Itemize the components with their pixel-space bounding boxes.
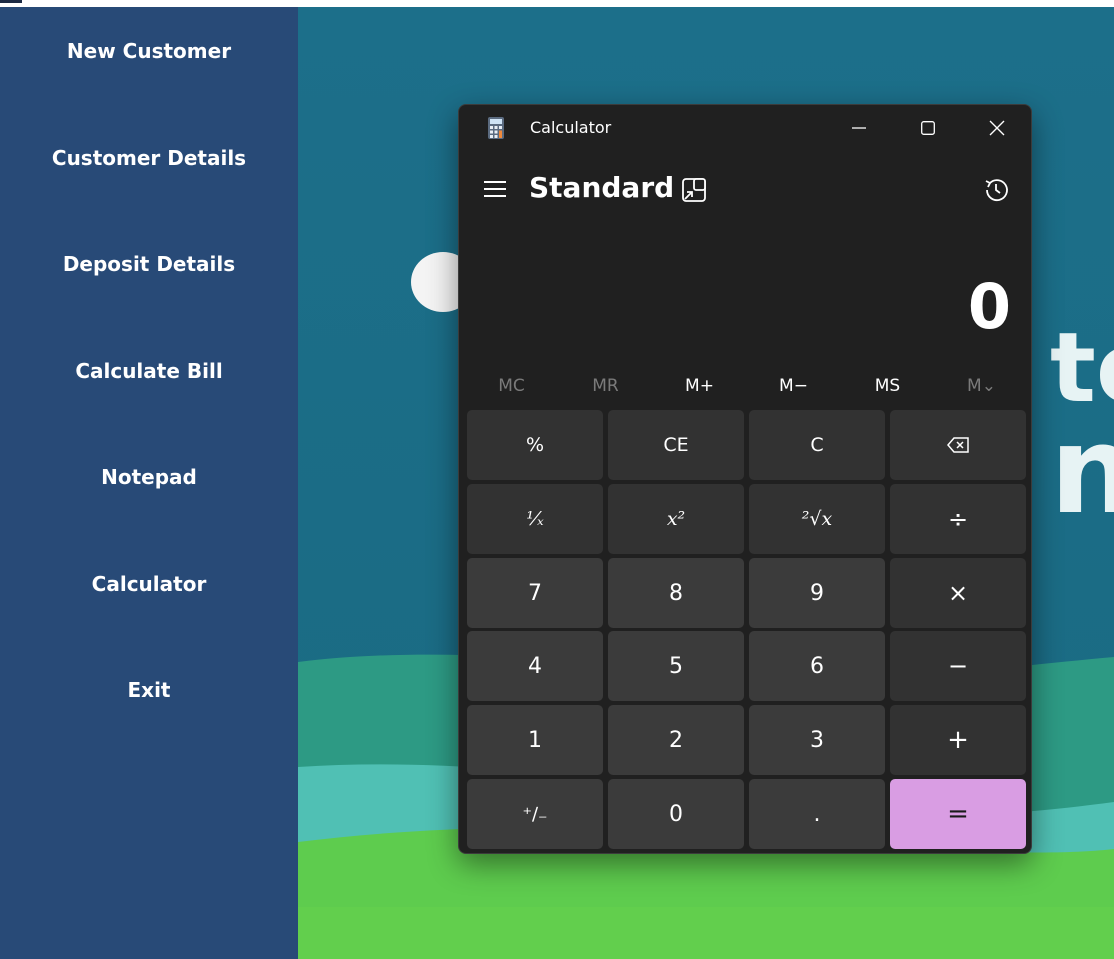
sidebar-item-calculator[interactable]: Calculator — [0, 572, 298, 596]
clear-entry-button[interactable]: CE — [608, 410, 744, 480]
digit-2-button[interactable]: 2 — [608, 705, 744, 775]
digit-4-button[interactable]: 4 — [467, 631, 603, 701]
sidebar-item-customer-details[interactable]: Customer Details — [0, 146, 298, 170]
maximize-button[interactable] — [893, 105, 962, 151]
reciprocal-button[interactable]: ¹⁄ₓ — [467, 484, 603, 554]
sidebar-item-exit[interactable]: Exit — [0, 678, 298, 702]
sidebar: New Customer Customer Details Deposit De… — [0, 7, 298, 959]
digit-3-button[interactable]: 3 — [749, 705, 885, 775]
memory-list-button[interactable]: M⌄ — [935, 369, 1028, 403]
maximize-icon — [920, 121, 935, 135]
square-root-button[interactable]: ²√x — [749, 484, 885, 554]
background-text-fragment: nt — [1050, 402, 1114, 541]
square-label: x² — [666, 508, 686, 530]
digit-7-button[interactable]: 7 — [467, 558, 603, 628]
hamburger-menu-icon[interactable] — [481, 177, 511, 201]
square-button[interactable]: x² — [608, 484, 744, 554]
percent-button[interactable]: % — [467, 410, 603, 480]
add-button[interactable]: + — [890, 705, 1026, 775]
window-title: Calculator — [530, 118, 612, 137]
digit-9-button[interactable]: 9 — [749, 558, 885, 628]
calculator-window: Calculator Standard 0 MC MR M+ M− MS M⌄ … — [458, 104, 1032, 854]
result-display: 0 — [967, 270, 1011, 343]
memory-recall-button[interactable]: MR — [559, 369, 652, 403]
memory-subtract-button[interactable]: M− — [747, 369, 840, 403]
backspace-icon — [947, 437, 969, 453]
top-strip — [0, 0, 1114, 7]
keep-on-top-icon[interactable] — [679, 175, 709, 205]
square-root-label: ²√x — [801, 508, 833, 530]
sidebar-item-new-customer[interactable]: New Customer — [0, 39, 298, 63]
history-icon[interactable] — [981, 175, 1011, 205]
minimize-icon — [851, 127, 866, 129]
divide-button[interactable]: ÷ — [890, 484, 1026, 554]
clear-button[interactable]: C — [749, 410, 885, 480]
reciprocal-label: ¹⁄ₓ — [526, 508, 544, 530]
sidebar-item-deposit-details[interactable]: Deposit Details — [0, 252, 298, 276]
digit-1-button[interactable]: 1 — [467, 705, 603, 775]
negate-button[interactable]: ⁺∕₋ — [467, 779, 603, 849]
digit-0-button[interactable]: 0 — [608, 779, 744, 849]
digit-8-button[interactable]: 8 — [608, 558, 744, 628]
memory-row: MC MR M+ M− MS M⌄ — [465, 369, 1027, 403]
window-corner-glyph — [0, 0, 22, 3]
sidebar-item-calculate-bill[interactable]: Calculate Bill — [0, 359, 298, 383]
multiply-button[interactable]: × — [890, 558, 1026, 628]
digit-5-button[interactable]: 5 — [608, 631, 744, 701]
minimize-button[interactable] — [824, 105, 893, 151]
calculator-header: Standard — [459, 165, 1031, 213]
mode-title: Standard — [529, 171, 675, 204]
calculator-app-icon — [488, 117, 504, 139]
memory-store-button[interactable]: MS — [841, 369, 934, 403]
title-bar[interactable]: Calculator — [459, 105, 1031, 151]
decimal-button[interactable]: . — [749, 779, 885, 849]
sidebar-item-notepad[interactable]: Notepad — [0, 465, 298, 489]
equals-button[interactable]: = — [890, 779, 1026, 849]
subtract-button[interactable]: − — [890, 631, 1026, 701]
digit-6-button[interactable]: 6 — [749, 631, 885, 701]
close-icon — [989, 120, 1004, 136]
close-button[interactable] — [962, 105, 1031, 151]
backspace-button[interactable] — [890, 410, 1026, 480]
memory-add-button[interactable]: M+ — [653, 369, 746, 403]
memory-clear-button[interactable]: MC — [465, 369, 558, 403]
